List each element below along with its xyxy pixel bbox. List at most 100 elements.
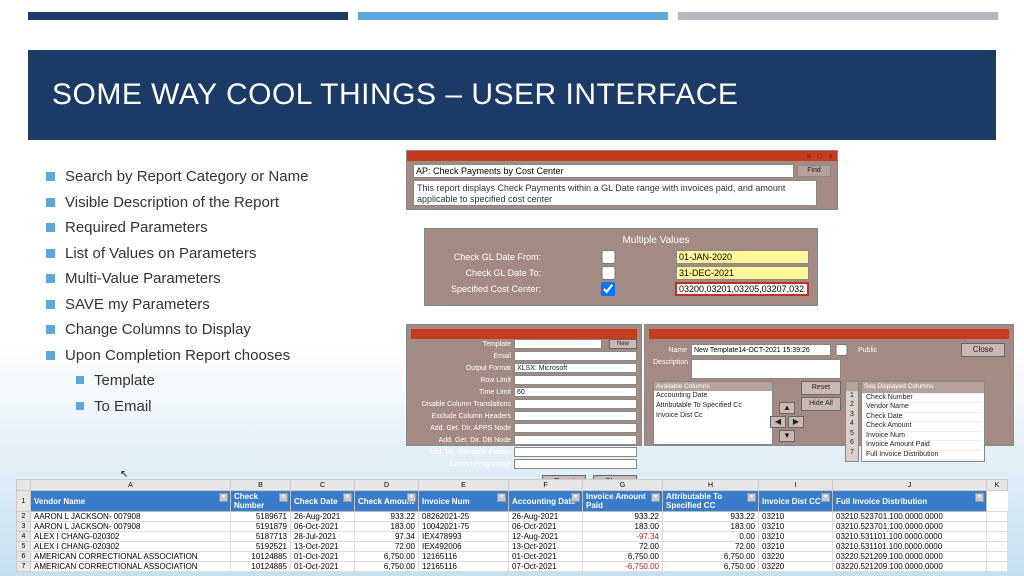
filter-dropdown-icon[interactable]: ▾ — [571, 493, 580, 502]
column-letter[interactable]: I — [759, 480, 833, 491]
cell[interactable]: 26-Aug-2021 — [509, 512, 583, 522]
cell[interactable]: 13-Oct-2021 — [291, 542, 355, 552]
cell[interactable]: 5187713 — [231, 532, 291, 542]
find-button[interactable]: Find — [797, 165, 831, 177]
cell[interactable] — [987, 542, 1008, 552]
cell[interactable]: 12165116 — [419, 562, 509, 572]
move-down-button[interactable]: ▼ — [779, 430, 795, 442]
column-letter[interactable]: H — [663, 480, 759, 491]
report-search-input[interactable] — [413, 164, 794, 178]
filter-dropdown-icon[interactable]: ▾ — [821, 493, 830, 502]
filter-dropdown-icon[interactable]: ▾ — [747, 493, 756, 502]
cell[interactable] — [987, 552, 1008, 562]
cell[interactable]: 03210 — [759, 532, 833, 542]
cell[interactable]: 03210.531101.100.0000.0000 — [833, 532, 987, 542]
cell[interactable]: 5189671 — [231, 512, 291, 522]
move-up-button[interactable]: ▲ — [779, 402, 795, 414]
cell[interactable]: 6,750.00 — [663, 552, 759, 562]
cell[interactable]: 13-Oct-2021 — [509, 542, 583, 552]
cell[interactable]: 03220 — [759, 552, 833, 562]
template-name-input[interactable] — [691, 344, 831, 356]
param-input[interactable] — [676, 266, 809, 280]
option-value[interactable] — [514, 351, 637, 361]
filter-dropdown-icon[interactable]: ▾ — [279, 493, 288, 502]
cell[interactable]: 03210 — [759, 522, 833, 532]
cell[interactable]: -6,750.00 — [583, 562, 663, 572]
filter-dropdown-icon[interactable]: ▾ — [497, 493, 506, 502]
cell[interactable]: 183.00 — [663, 522, 759, 532]
cell[interactable]: -97.34 — [583, 532, 663, 542]
column-header[interactable]: Vendor Name▾ — [31, 491, 231, 512]
column-letter[interactable]: B — [231, 480, 291, 491]
cell[interactable] — [987, 512, 1008, 522]
column-header[interactable]: Invoice Amount Paid▾ — [583, 491, 663, 512]
column-header[interactable]: Full Invoice Distribution▾ — [833, 491, 987, 512]
cell[interactable]: 6,750.00 — [663, 562, 759, 572]
list-item[interactable]: Invoice Dist Cc — [654, 411, 772, 421]
cell[interactable]: 10124885 — [231, 552, 291, 562]
cell[interactable]: AMERICAN CORRECTIONAL ASSOCIATION — [31, 552, 231, 562]
close-button[interactable]: Close — [961, 343, 1005, 357]
cell[interactable]: 0.00 — [663, 532, 759, 542]
filter-dropdown-icon[interactable]: ▾ — [975, 493, 984, 502]
option-value[interactable] — [514, 411, 637, 421]
reset-button[interactable]: Reset — [801, 381, 841, 395]
cell[interactable]: 933.22 — [583, 512, 663, 522]
cell[interactable]: 5192521 — [231, 542, 291, 552]
cell[interactable]: 08262021-25 — [419, 512, 509, 522]
cell[interactable]: 03220 — [759, 562, 833, 572]
cell[interactable]: 97.34 — [355, 532, 419, 542]
cell[interactable]: 183.00 — [583, 522, 663, 532]
filter-dropdown-icon[interactable]: ▾ — [407, 493, 416, 502]
cell[interactable]: 03210 — [759, 542, 833, 552]
cell[interactable]: IEX492006 — [419, 542, 509, 552]
cell[interactable]: 72.00 — [663, 542, 759, 552]
window-controls-icon[interactable]: ≡ □ × — [806, 152, 835, 161]
cell[interactable]: 6,750.00 — [583, 552, 663, 562]
cell[interactable]: 5191879 — [231, 522, 291, 532]
public-checkbox[interactable] — [835, 344, 848, 356]
column-letter[interactable]: G — [583, 480, 663, 491]
column-letter[interactable]: E — [419, 480, 509, 491]
column-letter[interactable]: C — [291, 480, 355, 491]
param-checkbox[interactable] — [545, 250, 672, 264]
param-checkbox[interactable] — [545, 266, 672, 280]
option-value[interactable] — [514, 459, 637, 469]
column-letter[interactable]: K — [987, 480, 1008, 491]
cell[interactable]: 12165116 — [419, 552, 509, 562]
cell[interactable]: 933.22 — [355, 512, 419, 522]
option-value[interactable] — [514, 375, 637, 385]
column-letter[interactable]: D — [355, 480, 419, 491]
column-header[interactable]: Invoice Num▾ — [419, 491, 509, 512]
cell[interactable]: 933.22 — [663, 512, 759, 522]
cell[interactable]: 72.00 — [355, 542, 419, 552]
cell[interactable]: 28-Jul-2021 — [291, 532, 355, 542]
cell[interactable]: 10124885 — [231, 562, 291, 572]
cell[interactable]: ALEX I CHANG-020302 — [31, 542, 231, 552]
cell[interactable]: 26-Aug-2021 — [291, 512, 355, 522]
cell[interactable]: 07-Oct-2021 — [509, 562, 583, 572]
column-header[interactable]: Accounting Date▾ — [509, 491, 583, 512]
cell[interactable]: 01-Oct-2021 — [291, 552, 355, 562]
cell[interactable]: AMERICAN CORRECTIONAL ASSOCIATION — [31, 562, 231, 572]
cell[interactable]: 06-Oct-2021 — [291, 522, 355, 532]
list-item[interactable]: Check Amount — [864, 422, 982, 432]
column-header[interactable]: Check Number▾ — [231, 491, 291, 512]
cell[interactable]: 12-Aug-2021 — [509, 532, 583, 542]
param-checkbox[interactable] — [545, 282, 671, 296]
cell[interactable]: 03210 — [759, 512, 833, 522]
cell[interactable] — [987, 562, 1008, 572]
filter-dropdown-icon[interactable]: ▾ — [651, 493, 660, 502]
cell[interactable] — [987, 522, 1008, 532]
cell[interactable] — [987, 532, 1008, 542]
displayed-columns-list[interactable]: Seq Displayed Columns Check NumberVendor… — [861, 381, 985, 462]
cell[interactable]: AARON L JACKSON- 007908 — [31, 512, 231, 522]
cell[interactable]: 03220.521209.100.0000.0000 — [833, 552, 987, 562]
option-value[interactable] — [514, 399, 637, 409]
cell[interactable]: 03210.531101.100.0000.0000 — [833, 542, 987, 552]
cell[interactable]: 10042021-75 — [419, 522, 509, 532]
list-item[interactable]: Accounting Date — [654, 391, 772, 401]
cell[interactable]: 06-Oct-2021 — [509, 522, 583, 532]
list-item[interactable]: Full Invoice Distribution — [864, 451, 982, 461]
param-input[interactable] — [676, 250, 809, 264]
